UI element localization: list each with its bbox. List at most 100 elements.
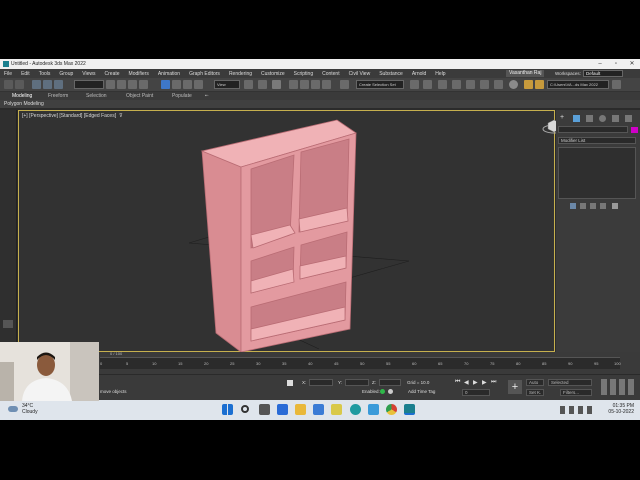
select-object-icon[interactable] xyxy=(106,80,115,89)
task-view-icon[interactable] xyxy=(259,404,270,415)
ribbon-options-icon[interactable]: ▪◦ xyxy=(205,93,209,99)
align-icon[interactable] xyxy=(423,80,432,89)
unlink-icon[interactable] xyxy=(43,80,52,89)
workspace-dropdown[interactable]: Default xyxy=(583,70,623,77)
menu-tools[interactable]: Tools xyxy=(39,71,51,77)
tab-modeling[interactable]: Modeling xyxy=(12,93,32,99)
search-icon[interactable] xyxy=(241,405,249,413)
x-coord-field[interactable] xyxy=(309,379,333,386)
spinner-snap-icon[interactable] xyxy=(322,80,331,89)
maximize-icon[interactable]: ▫ xyxy=(608,59,624,69)
menu-animation[interactable]: Animation xyxy=(158,71,180,77)
menu-create[interactable]: Create xyxy=(105,71,120,77)
mirror-icon[interactable] xyxy=(410,80,419,89)
scene-explorer-icon[interactable] xyxy=(438,80,447,89)
project-folder-icon[interactable] xyxy=(612,80,621,89)
keyboard-shortcut-icon[interactable] xyxy=(272,80,281,89)
angle-snap-icon[interactable] xyxy=(300,80,309,89)
rotate-icon[interactable] xyxy=(172,80,181,89)
utilities-tab-icon[interactable] xyxy=(625,115,632,122)
polygon-modeling-label[interactable]: Polygon Modeling xyxy=(4,101,44,107)
ribbon-toggle-icon[interactable] xyxy=(466,80,475,89)
bind-space-warp-icon[interactable] xyxy=(54,80,63,89)
chrome-icon[interactable] xyxy=(386,404,397,415)
store-icon[interactable] xyxy=(313,404,324,415)
menu-civil-view[interactable]: Civil View xyxy=(349,71,371,77)
bookshelf-model[interactable] xyxy=(200,119,357,353)
menu-graph-editors[interactable]: Graph Editors xyxy=(189,71,220,77)
create-tab-icon[interactable]: + xyxy=(560,114,568,122)
link-icon[interactable] xyxy=(32,80,41,89)
add-time-tag-button[interactable]: Add Time Tag xyxy=(408,389,435,394)
photos-icon[interactable] xyxy=(368,404,379,415)
menu-content[interactable]: Content xyxy=(322,71,340,77)
enabled-toggle-icon[interactable] xyxy=(380,389,385,394)
weather-widget[interactable]: 34°C Cloudy xyxy=(22,403,38,415)
key-filter-dropdown[interactable]: Selected xyxy=(548,379,592,386)
system-tray[interactable] xyxy=(560,406,596,414)
scale-icon[interactable] xyxy=(183,80,192,89)
layer-explorer-icon[interactable] xyxy=(452,80,461,89)
user-account-button[interactable]: Vasanthan Raj xyxy=(506,70,545,77)
menu-scripting[interactable]: Scripting xyxy=(294,71,313,77)
menu-help[interactable]: Help xyxy=(435,71,445,77)
menu-rendering[interactable]: Rendering xyxy=(229,71,252,77)
timeline-frame-display[interactable]: 0 / 100 xyxy=(110,351,122,356)
file-explorer-icon[interactable] xyxy=(295,404,306,415)
select-and-manipulate-icon[interactable] xyxy=(258,80,267,89)
project-path-dropdown[interactable]: C:\Users\VA...ds Max 2022 xyxy=(547,80,609,89)
goto-start-icon[interactable]: ⏮ xyxy=(455,379,460,386)
perspective-viewport[interactable]: [+] [Perspective] [Standard] [Edged Face… xyxy=(18,110,566,353)
menu-file[interactable]: File xyxy=(4,71,12,77)
sticky-app-icon[interactable] xyxy=(331,404,342,415)
tab-object-paint[interactable]: Object Paint xyxy=(126,93,153,99)
clock[interactable]: 01:35 PM 05-10-2022 xyxy=(608,403,634,415)
isolate-selection-icon[interactable] xyxy=(287,380,293,386)
modifier-list-dropdown[interactable]: Modifier List xyxy=(558,137,636,144)
mail-icon[interactable] xyxy=(277,404,288,415)
time-tag-icon[interactable] xyxy=(388,389,393,394)
undo-icon[interactable] xyxy=(4,80,13,89)
tab-selection[interactable]: Selection xyxy=(86,93,107,99)
remove-modifier-icon[interactable] xyxy=(600,203,606,209)
window-crossing-icon[interactable] xyxy=(139,80,148,89)
goto-end-icon[interactable]: ⏭ xyxy=(491,379,496,386)
tab-freeform[interactable]: Freeform xyxy=(48,93,68,99)
render-frame-icon[interactable] xyxy=(535,80,544,89)
next-frame-icon[interactable]: ▶ xyxy=(482,379,487,386)
percent-snap-icon[interactable] xyxy=(311,80,320,89)
display-tab-icon[interactable] xyxy=(612,115,619,122)
hierarchy-tab-icon[interactable] xyxy=(586,115,593,122)
rectangular-selection-icon[interactable] xyxy=(128,80,137,89)
menu-substance[interactable]: Substance xyxy=(379,71,403,77)
edit-named-selection-icon[interactable] xyxy=(340,80,349,89)
schematic-view-icon[interactable] xyxy=(494,80,503,89)
modifier-stack[interactable] xyxy=(558,147,636,199)
show-end-result-icon[interactable] xyxy=(580,203,586,209)
menu-modifiers[interactable]: Modifiers xyxy=(129,71,149,77)
start-icon[interactable] xyxy=(222,404,233,415)
3ds-max-icon[interactable] xyxy=(404,404,415,415)
tab-populate[interactable]: Populate xyxy=(172,93,192,99)
menu-customize[interactable]: Customize xyxy=(261,71,285,77)
modify-tab-icon[interactable] xyxy=(573,115,580,122)
key-filters-button[interactable]: Filters... xyxy=(560,389,592,396)
set-key-button[interactable]: Set K. xyxy=(526,389,544,396)
menu-views[interactable]: Views xyxy=(82,71,95,77)
current-frame-field[interactable]: 0 xyxy=(462,389,490,396)
viewport-label[interactable]: [+] [Perspective] [Standard] [Edged Face… xyxy=(22,113,116,119)
move-icon[interactable] xyxy=(161,80,170,89)
place-icon[interactable] xyxy=(194,80,203,89)
view-dropdown[interactable]: View xyxy=(214,80,240,89)
pin-stack-icon[interactable] xyxy=(570,203,576,209)
close-icon[interactable]: ✕ xyxy=(624,59,640,69)
viewport-filter-icon[interactable]: ⊽ xyxy=(119,113,123,119)
snaps-toggle-icon[interactable] xyxy=(289,80,298,89)
viewport-layout-tab-icon[interactable] xyxy=(3,320,13,328)
edge-icon[interactable] xyxy=(350,404,361,415)
render-setup-icon[interactable] xyxy=(524,80,533,89)
minimize-icon[interactable]: – xyxy=(592,59,608,69)
motion-tab-icon[interactable] xyxy=(599,115,606,122)
auto-key-button[interactable]: Auto xyxy=(526,379,544,386)
pivot-center-icon[interactable] xyxy=(244,80,253,89)
